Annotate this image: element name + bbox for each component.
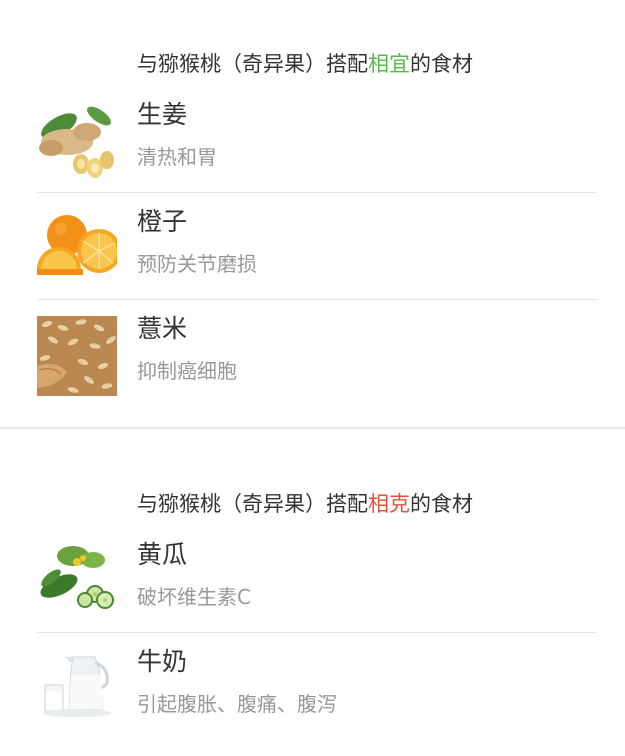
food-item[interactable]: 薏米 抑制癌细胞 — [0, 314, 625, 423]
food-name: 生姜 — [137, 100, 188, 129]
orange-image — [37, 209, 117, 289]
food-item[interactable]: 牛奶 引起腹胀、腹痛、腹泻 — [0, 647, 625, 756]
food-description: 预防关节磨损 — [137, 252, 257, 276]
food-name: 薏米 — [137, 314, 188, 343]
section-title-suffix: 的食材 — [410, 52, 473, 76]
food-description: 破坏维生素C — [137, 585, 251, 609]
food-item[interactable]: 黄瓜 破坏维生素C — [0, 540, 625, 649]
food-description: 引起腹胀、腹痛、腹泻 — [137, 692, 337, 716]
food-name: 橙子 — [137, 207, 188, 236]
section-title-prefix: 与猕猴桃（奇异果）搭配 — [137, 492, 368, 516]
food-name: 黄瓜 — [137, 540, 188, 569]
section-title: 与猕猴桃（奇异果）搭配相克的食材 — [137, 490, 473, 518]
food-item[interactable]: 生姜 清热和胃 — [0, 100, 625, 209]
section-title: 与猕猴桃（奇异果）搭配相宜的食材 — [137, 50, 473, 78]
section-divider — [0, 427, 625, 429]
cucumber-image — [37, 542, 117, 622]
section-title-highlight: 相克 — [368, 492, 410, 516]
item-divider — [37, 192, 597, 193]
ginger-image — [37, 102, 117, 182]
food-description: 清热和胃 — [137, 145, 217, 169]
milk-image — [37, 649, 117, 729]
item-divider — [37, 632, 597, 633]
section-title-prefix: 与猕猴桃（奇异果）搭配 — [137, 52, 368, 76]
section-title-suffix: 的食材 — [410, 492, 473, 516]
food-item[interactable]: 橙子 预防关节磨损 — [0, 207, 625, 316]
section-title-highlight: 相宜 — [368, 52, 410, 76]
barley-image — [37, 316, 117, 396]
food-description: 抑制癌细胞 — [137, 359, 237, 383]
food-name: 牛奶 — [137, 647, 188, 676]
item-divider — [37, 299, 597, 300]
